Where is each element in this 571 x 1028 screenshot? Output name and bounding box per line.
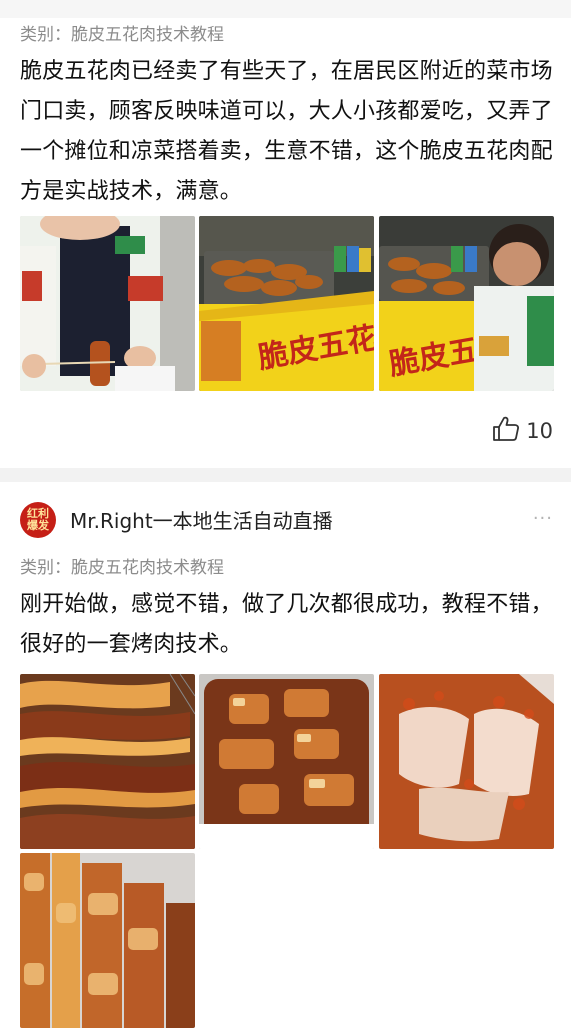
avatar[interactable]: 红利爆发: [20, 502, 56, 538]
review1-photo-1[interactable]: [20, 216, 195, 391]
avatar-text: 红利爆发: [27, 507, 49, 532]
review2-category: 类别：脆皮五花肉技术教程: [20, 558, 224, 578]
review1-photo-3[interactable]: 脆皮五: [379, 216, 554, 391]
review2-photo-4[interactable]: [20, 853, 195, 1028]
like-count: 10: [526, 419, 553, 443]
thumbs-up-icon: [492, 416, 520, 447]
section-divider: [0, 468, 571, 482]
review1-text: 脆皮五花肉已经卖了有些天了，在居民区附近的菜市场门口卖，顾客反映味道可以，大人小…: [20, 59, 553, 204]
top-edge: [0, 0, 571, 18]
review2-photo-1[interactable]: [20, 674, 195, 849]
username[interactable]: Mr.Right一本地生活自动直播: [70, 505, 333, 534]
more-options-icon[interactable]: ···: [533, 508, 553, 529]
review2-photo-2[interactable]: [199, 674, 374, 849]
review1-photo-2[interactable]: 脆皮五花肉: [199, 216, 374, 391]
review2-text: 刚开始做，感觉不错，做了几次都很成功，教程不错，很好的一套烤肉技术。: [20, 592, 553, 657]
review2-photo-3[interactable]: [379, 674, 554, 849]
review1-category: 类别：脆皮五花肉技术教程: [20, 25, 224, 45]
review1-like-button[interactable]: 10: [492, 416, 553, 446]
